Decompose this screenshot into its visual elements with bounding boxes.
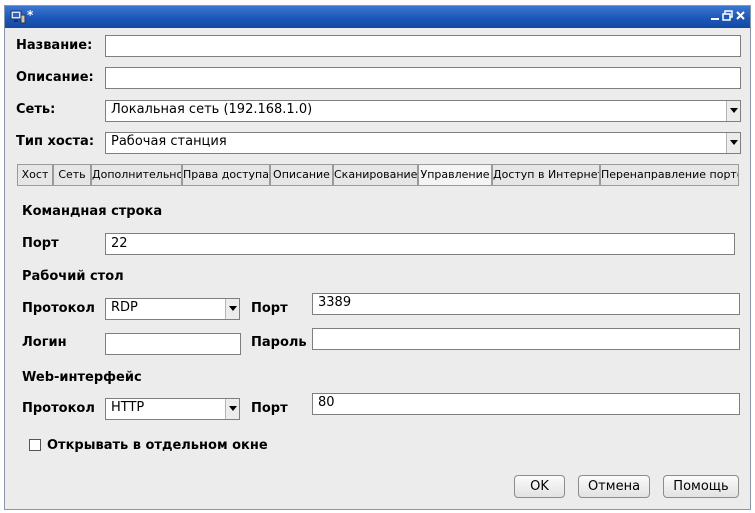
cancel-button[interactable]: Отмена [578,475,650,498]
web-protocol-select[interactable]: HTTP [105,398,240,420]
password-input[interactable] [312,328,740,350]
tab-port-forwarding[interactable]: Перенаправление портов [600,164,739,185]
name-input[interactable] [105,35,741,57]
cmd-port-input[interactable]: 22 [105,233,735,255]
network-select[interactable]: Локальная сеть (192.168.1.0) [105,100,741,122]
desktop-port-input[interactable]: 3389 [312,293,740,315]
web-port-input[interactable]: 80 [312,393,740,415]
login-label: Логин [22,335,67,350]
name-label: Название: [16,38,93,53]
host-type-select-value: Рабочая станция [111,134,227,149]
tab-access-rights[interactable]: Права доступа [182,164,270,185]
web-protocol-label: Протокол [22,401,95,416]
password-label: Пароль [251,335,307,350]
tab-scanning[interactable]: Сканирование [333,164,418,185]
login-input[interactable] [105,333,241,355]
chevron-down-icon[interactable] [225,399,239,419]
description-label: Описание: [16,70,94,85]
tab-strip: Хост Сеть Дополнительно Права доступа Оп… [17,164,739,185]
chevron-down-icon[interactable] [726,133,740,153]
restore-icon[interactable] [721,9,733,23]
desktop-port-label: Порт [251,301,288,316]
computer-icon [10,9,26,25]
description-input[interactable] [105,67,741,89]
chevron-down-icon[interactable] [225,299,239,319]
desktop-heading: Рабочий стол [22,269,124,284]
web-heading: Web-интерфейс [22,370,142,385]
network-label: Сеть: [16,102,56,117]
dialog-window: * Название: Описание: Сеть: Локальная се… [4,5,751,510]
tab-description[interactable]: Описание [270,164,333,185]
desktop-protocol-label: Протокол [22,301,95,316]
network-select-value: Локальная сеть (192.168.1.0) [111,102,313,117]
window-title: * [27,8,34,22]
host-type-label: Тип хоста: [16,134,95,149]
cmd-heading: Командная строка [22,204,163,219]
cmd-port-label: Порт [22,236,59,251]
tab-divider [17,185,739,186]
chevron-down-icon[interactable] [726,101,740,121]
web-protocol-value: HTTP [111,400,145,415]
tab-advanced[interactable]: Дополнительно [91,164,182,185]
tab-management[interactable]: Управление [418,164,492,185]
open-separate-label: Открывать в отдельном окне [47,438,268,453]
tab-network[interactable]: Сеть [53,164,91,185]
host-type-select[interactable]: Рабочая станция [105,132,741,154]
desktop-protocol-value: RDP [111,300,138,315]
title-bar[interactable]: * [5,6,750,28]
minimize-icon[interactable] [709,9,721,23]
open-separate-checkbox[interactable] [29,439,41,451]
tab-host[interactable]: Хост [17,164,53,185]
close-icon[interactable] [734,9,746,23]
ok-button[interactable]: OK [514,475,565,498]
help-button[interactable]: Помощь [663,475,739,498]
web-port-label: Порт [251,401,288,416]
desktop-protocol-select[interactable]: RDP [105,298,240,320]
tab-internet-access[interactable]: Доступ в Интернет [492,164,600,185]
